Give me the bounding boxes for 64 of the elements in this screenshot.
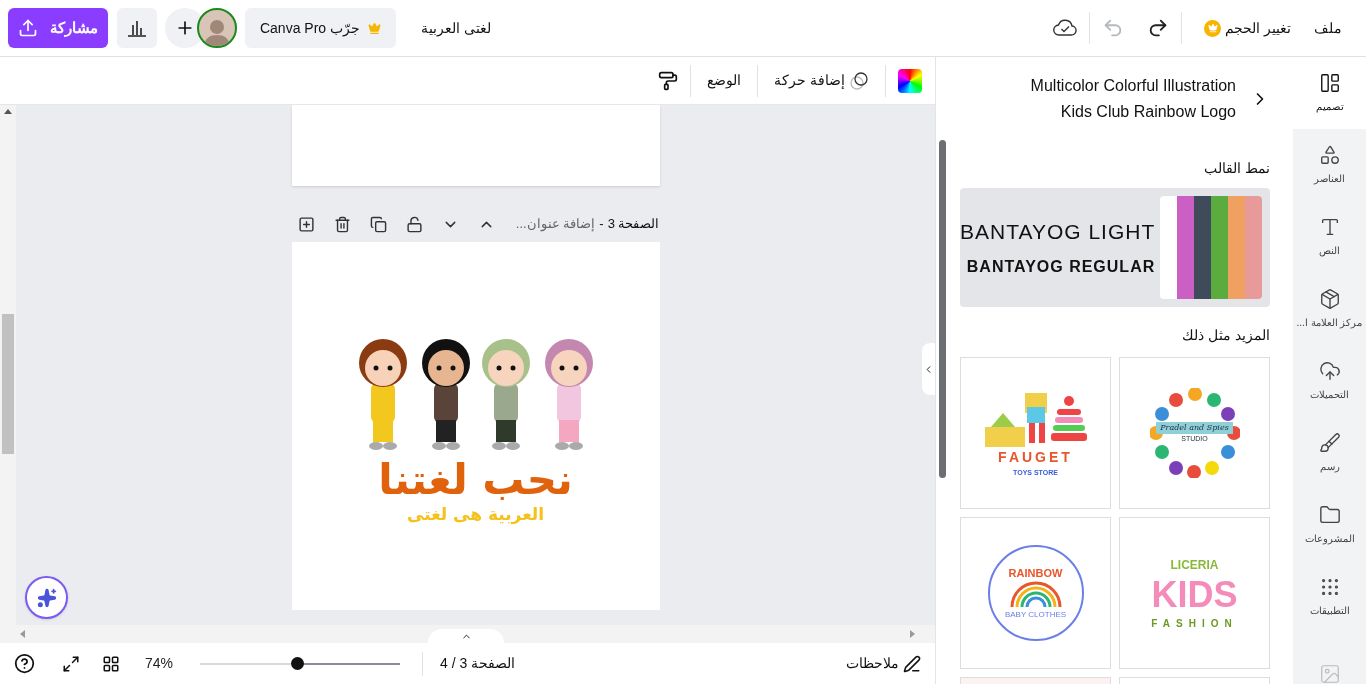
notes-button[interactable]: ملاحظات <box>846 653 921 674</box>
folder-icon <box>1318 504 1341 526</box>
shapes-icon <box>1318 144 1341 166</box>
layout-icon <box>1318 72 1341 94</box>
help-icon[interactable] <box>14 653 35 674</box>
design-title[interactable]: لغتى العربية <box>421 17 491 39</box>
scroll-up-icon[interactable] <box>4 109 12 114</box>
brush-icon <box>1318 432 1341 454</box>
logo-wordmark: FAUGET <box>998 448 1073 468</box>
template-style-card[interactable]: BANTAYOG LIGHT BANTAYOG REGULAR <box>960 188 1270 307</box>
collapse-panel-handle[interactable] <box>922 343 935 395</box>
duplicate-icon[interactable] <box>369 215 387 233</box>
cloud-check-icon[interactable] <box>1053 19 1078 37</box>
section-heading: نمط القالب <box>1203 159 1270 178</box>
unlock-icon[interactable] <box>405 215 423 233</box>
crown-icon <box>1207 23 1218 33</box>
add-page-icon[interactable] <box>297 215 315 233</box>
animate-button[interactable]: إضافة حركة <box>770 70 873 91</box>
page-count-button[interactable]: الصفحة 3 / 4 <box>440 653 516 674</box>
scroll-left-icon[interactable] <box>20 630 25 638</box>
font-sample: BANTAYOG REGULAR <box>966 257 1156 278</box>
design-headline[interactable]: نحب لغتنا <box>378 457 573 503</box>
scroll-right-icon[interactable] <box>910 630 915 638</box>
logo-tagline: FASHION <box>1151 616 1238 631</box>
logo-wordmark: RAINBOW <box>1008 565 1063 581</box>
font-sample: BANTAYOG LIGHT <box>960 218 1156 245</box>
logo-arched-name: LICERIA <box>1170 556 1219 574</box>
avatar[interactable] <box>197 8 237 48</box>
design-page[interactable]: نحب لغتنا العربية هى لغتى <box>291 242 660 610</box>
resize-button[interactable]: تغيير الحجم <box>1204 17 1291 39</box>
bar-chart-icon <box>127 19 147 37</box>
logo-script-name: Pradel and Spies <box>1156 421 1233 434</box>
logo-wordmark: KIDS <box>1151 573 1238 616</box>
fullscreen-icon[interactable] <box>62 654 80 673</box>
section-heading: المزيد مثل ذلك <box>1181 326 1270 346</box>
magic-assistant-button[interactable] <box>25 576 68 619</box>
zoom-slider-thumb[interactable] <box>291 656 305 670</box>
separator: - <box>599 215 604 234</box>
panel-scrollbar-thumb[interactable] <box>939 140 946 478</box>
scrollbar-thumb[interactable] <box>2 314 14 454</box>
trash-icon[interactable] <box>333 215 351 233</box>
grid-view-icon[interactable] <box>102 654 120 673</box>
color-picker-button[interactable] <box>898 68 922 93</box>
circles-icon <box>849 71 869 90</box>
crown-icon <box>368 21 381 35</box>
template-thumbnail[interactable]: RAINBOW BABY CLOTHES <box>960 517 1111 669</box>
logo-tagline: BABY CLOTHES <box>1004 609 1067 622</box>
insights-button[interactable] <box>117 8 157 48</box>
zoom-reading: 74% <box>145 654 174 673</box>
package-icon <box>1318 288 1341 310</box>
cloud-upload-icon <box>1318 360 1341 382</box>
page-title-field[interactable]: إضافة عنوان... <box>515 214 596 234</box>
sidebar-item[interactable]: تصميم <box>1293 57 1366 129</box>
notes-pen-icon <box>903 654 921 673</box>
paint-roller-icon[interactable] <box>658 70 679 91</box>
upload-icon <box>18 18 38 38</box>
share-button[interactable]: مشاركة <box>8 8 108 48</box>
expand-pages-handle[interactable] <box>428 629 504 643</box>
page-label: الصفحة 3 <box>607 215 660 234</box>
position-button[interactable]: الوضع <box>703 70 746 91</box>
sparkles-icon <box>36 587 57 608</box>
try-pro-button[interactable]: جرّب Canva Pro <box>245 8 396 48</box>
file-menu[interactable]: ملف <box>1314 17 1342 39</box>
template-title: Multicolor Colorful Illustration Kids Club Rainbow Logo <box>1029 75 1236 122</box>
